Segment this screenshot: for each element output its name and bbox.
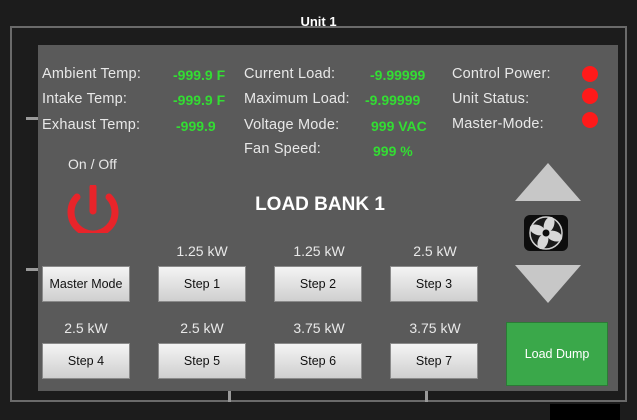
unit-status-label: Unit Status: [452, 91, 530, 107]
fan-icon [520, 212, 572, 254]
step-6-button[interactable]: Step 6 [274, 343, 362, 379]
step-kw-label: 2.5 kW [413, 243, 457, 259]
on-off-label: On / Off [68, 156, 117, 172]
max-load-label: Maximum Load: [244, 91, 350, 107]
master-mode-indicator [582, 112, 598, 128]
step-kw-label: 2.5 kW [180, 320, 224, 336]
max-load-value: -9.99999 [365, 92, 421, 108]
master-mode-button[interactable]: Master Mode [42, 266, 130, 302]
step-4-button[interactable]: Step 4 [42, 343, 130, 379]
step-2-button[interactable]: Step 2 [274, 266, 362, 302]
frame-top-line [10, 26, 627, 28]
ambient-temp-value: -999.9 F [173, 67, 226, 83]
exhaust-temp-label: Exhaust Temp: [42, 117, 141, 133]
step-3-button[interactable]: Step 3 [390, 266, 478, 302]
frame-right-line [625, 26, 627, 402]
step-kw-label: 1.25 kW [293, 243, 345, 259]
intake-temp-label: Intake Temp: [42, 91, 128, 107]
ambient-temp-label: Ambient Temp: [42, 66, 142, 82]
step-kw-label: 3.75 kW [293, 320, 345, 336]
bottom-bar [0, 402, 637, 420]
fan-speed-label: Fan Speed: [244, 141, 321, 157]
frame-left-line [10, 26, 12, 402]
voltage-mode-label: Voltage Mode: [244, 117, 340, 133]
step-7-button[interactable]: Step 7 [390, 343, 478, 379]
title-bar: Unit 1 [0, 0, 637, 38]
master-mode-label: Master-Mode: [452, 116, 544, 132]
step-kw-label: 3.75 kW [409, 320, 461, 336]
fan-speed-value: 999 % [373, 143, 413, 159]
frame-stub [26, 117, 38, 120]
current-load-value: -9.99999 [370, 67, 426, 83]
step-kw-label: 2.5 kW [64, 320, 108, 336]
intake-temp-value: -999.9 F [173, 92, 226, 108]
step-5-button[interactable]: Step 5 [158, 343, 246, 379]
arrow-down-icon[interactable] [515, 265, 581, 303]
unit-status-indicator [582, 88, 598, 104]
load-bank-title: LOAD BANK 1 [255, 194, 385, 215]
frame-stub [26, 268, 38, 271]
current-load-label: Current Load: [244, 66, 336, 82]
exhaust-temp-value: -999.9 [176, 118, 216, 134]
voltage-mode-value: 999 VAC [371, 118, 427, 134]
power-icon[interactable] [60, 183, 126, 238]
control-power-label: Control Power: [452, 66, 551, 82]
bottom-corner-block [550, 404, 620, 420]
arrow-up-icon[interactable] [515, 163, 581, 201]
load-dump-button[interactable]: Load Dump [506, 322, 608, 386]
control-power-indicator [582, 66, 598, 82]
step-1-button[interactable]: Step 1 [158, 266, 246, 302]
step-kw-label: 1.25 kW [176, 243, 228, 259]
